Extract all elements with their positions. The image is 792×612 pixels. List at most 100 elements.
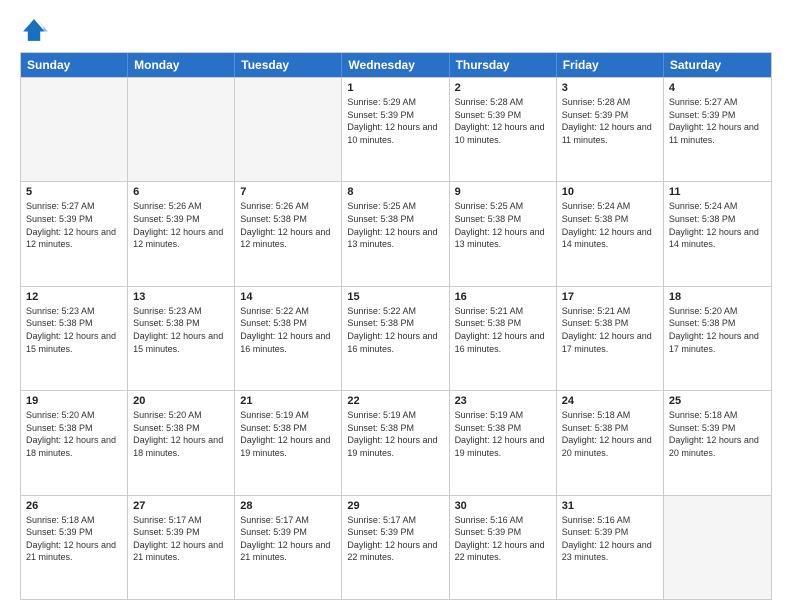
header-day-sunday: Sunday bbox=[21, 53, 128, 77]
day-number: 22 bbox=[347, 395, 443, 407]
calendar-cell: 31 Sunrise: 5:16 AM Sunset: 5:39 PM Dayli… bbox=[557, 496, 664, 599]
calendar-cell: 13 Sunrise: 5:23 AM Sunset: 5:38 PM Dayli… bbox=[128, 287, 235, 390]
calendar-cell: 7 Sunrise: 5:26 AM Sunset: 5:38 PM Daylig… bbox=[235, 182, 342, 285]
day-number: 28 bbox=[240, 500, 336, 512]
day-number: 23 bbox=[455, 395, 551, 407]
calendar-cell: 11 Sunrise: 5:24 AM Sunset: 5:38 PM Dayli… bbox=[664, 182, 771, 285]
day-info: Sunrise: 5:21 AM Sunset: 5:38 PM Dayligh… bbox=[562, 305, 658, 355]
calendar-cell: 25 Sunrise: 5:18 AM Sunset: 5:39 PM Dayli… bbox=[664, 391, 771, 494]
header-day-monday: Monday bbox=[128, 53, 235, 77]
day-info: Sunrise: 5:16 AM Sunset: 5:39 PM Dayligh… bbox=[455, 514, 551, 564]
day-info: Sunrise: 5:20 AM Sunset: 5:38 PM Dayligh… bbox=[133, 409, 229, 459]
day-info: Sunrise: 5:28 AM Sunset: 5:39 PM Dayligh… bbox=[455, 96, 551, 146]
header-day-tuesday: Tuesday bbox=[235, 53, 342, 77]
calendar-cell: 6Sunrise: 5:26 AM Sunset: 5:39 PM Daylig… bbox=[128, 182, 235, 285]
day-info: Sunrise: 5:17 AM Sunset: 5:39 PM Dayligh… bbox=[240, 514, 336, 564]
day-info: Sunrise: 5:23 AM Sunset: 5:38 PM Dayligh… bbox=[133, 305, 229, 355]
day-number: 30 bbox=[455, 500, 551, 512]
day-info: Sunrise: 5:24 AM Sunset: 5:38 PM Dayligh… bbox=[562, 200, 658, 250]
calendar-cell: 21 Sunrise: 5:19 AM Sunset: 5:38 PM Dayli… bbox=[235, 391, 342, 494]
day-number: 27 bbox=[133, 500, 229, 512]
day-info: Sunrise: 5:17 AM Sunset: 5:39 PM Dayligh… bbox=[133, 514, 229, 564]
day-number: 16 bbox=[455, 291, 551, 303]
calendar-cell: 1Sunrise: 5:29 AM Sunset: 5:39 PM Daylig… bbox=[342, 78, 449, 181]
calendar-cell: 26 Sunrise: 5:18 AM Sunset: 5:39 PM Dayli… bbox=[21, 496, 128, 599]
calendar-cell bbox=[128, 78, 235, 181]
day-number: 25 bbox=[669, 395, 766, 407]
calendar-week-4: 19 Sunrise: 5:20 AM Sunset: 5:38 PM Dayli… bbox=[21, 390, 771, 494]
day-number: 26 bbox=[26, 500, 122, 512]
day-number: 4 bbox=[669, 82, 766, 94]
header-day-thursday: Thursday bbox=[450, 53, 557, 77]
day-info: Sunrise: 5:17 AM Sunset: 5:39 PM Dayligh… bbox=[347, 514, 443, 564]
day-info: Sunrise: 5:26 AM Sunset: 5:39 PM Dayligh… bbox=[133, 200, 229, 250]
calendar-cell: 20 Sunrise: 5:20 AM Sunset: 5:38 PM Dayli… bbox=[128, 391, 235, 494]
calendar-cell: 23 Sunrise: 5:19 AM Sunset: 5:38 PM Dayli… bbox=[450, 391, 557, 494]
day-info: Sunrise: 5:24 AM Sunset: 5:38 PM Dayligh… bbox=[669, 200, 766, 250]
calendar-cell: 27 Sunrise: 5:17 AM Sunset: 5:39 PM Dayli… bbox=[128, 496, 235, 599]
header-day-friday: Friday bbox=[557, 53, 664, 77]
day-info: Sunrise: 5:25 AM Sunset: 5:38 PM Dayligh… bbox=[455, 200, 551, 250]
day-info: Sunrise: 5:19 AM Sunset: 5:38 PM Dayligh… bbox=[347, 409, 443, 459]
day-info: Sunrise: 5:27 AM Sunset: 5:39 PM Dayligh… bbox=[669, 96, 766, 146]
day-number: 19 bbox=[26, 395, 122, 407]
day-info: Sunrise: 5:18 AM Sunset: 5:38 PM Dayligh… bbox=[562, 409, 658, 459]
day-number: 13 bbox=[133, 291, 229, 303]
day-number: 18 bbox=[669, 291, 766, 303]
calendar-cell: 12 Sunrise: 5:23 AM Sunset: 5:38 PM Dayli… bbox=[21, 287, 128, 390]
day-info: Sunrise: 5:21 AM Sunset: 5:38 PM Dayligh… bbox=[455, 305, 551, 355]
calendar-cell: 5 Sunrise: 5:27 AM Sunset: 5:39 PM Daylig… bbox=[21, 182, 128, 285]
day-number: 29 bbox=[347, 500, 443, 512]
calendar-cell: 2Sunrise: 5:28 AM Sunset: 5:39 PM Daylig… bbox=[450, 78, 557, 181]
day-number: 31 bbox=[562, 500, 658, 512]
day-number: 5 bbox=[26, 186, 122, 198]
day-number: 21 bbox=[240, 395, 336, 407]
day-info: Sunrise: 5:18 AM Sunset: 5:39 PM Dayligh… bbox=[669, 409, 766, 459]
calendar-cell bbox=[21, 78, 128, 181]
calendar-cell: 19 Sunrise: 5:20 AM Sunset: 5:38 PM Dayli… bbox=[21, 391, 128, 494]
calendar-cell: 9 Sunrise: 5:25 AM Sunset: 5:38 PM Daylig… bbox=[450, 182, 557, 285]
calendar-cell: 29 Sunrise: 5:17 AM Sunset: 5:39 PM Dayli… bbox=[342, 496, 449, 599]
day-number: 24 bbox=[562, 395, 658, 407]
day-info: Sunrise: 5:25 AM Sunset: 5:38 PM Dayligh… bbox=[347, 200, 443, 250]
day-info: Sunrise: 5:19 AM Sunset: 5:38 PM Dayligh… bbox=[455, 409, 551, 459]
day-number: 14 bbox=[240, 291, 336, 303]
day-number: 11 bbox=[669, 186, 766, 198]
day-info: Sunrise: 5:22 AM Sunset: 5:38 PM Dayligh… bbox=[240, 305, 336, 355]
calendar-cell: 15Sunrise: 5:22 AM Sunset: 5:38 PM Dayli… bbox=[342, 287, 449, 390]
calendar-cell: 17Sunrise: 5:21 AM Sunset: 5:38 PM Dayli… bbox=[557, 287, 664, 390]
day-number: 12 bbox=[26, 291, 122, 303]
day-number: 10 bbox=[562, 186, 658, 198]
calendar-week-5: 26 Sunrise: 5:18 AM Sunset: 5:39 PM Dayli… bbox=[21, 495, 771, 599]
day-info: Sunrise: 5:19 AM Sunset: 5:38 PM Dayligh… bbox=[240, 409, 336, 459]
calendar-cell: 30 Sunrise: 5:16 AM Sunset: 5:39 PM Dayli… bbox=[450, 496, 557, 599]
day-info: Sunrise: 5:29 AM Sunset: 5:39 PM Dayligh… bbox=[347, 96, 443, 146]
day-info: Sunrise: 5:20 AM Sunset: 5:38 PM Dayligh… bbox=[26, 409, 122, 459]
calendar-cell: 18 Sunrise: 5:20 AM Sunset: 5:38 PM Dayli… bbox=[664, 287, 771, 390]
calendar-week-2: 5 Sunrise: 5:27 AM Sunset: 5:39 PM Daylig… bbox=[21, 181, 771, 285]
day-number: 20 bbox=[133, 395, 229, 407]
day-info: Sunrise: 5:23 AM Sunset: 5:38 PM Dayligh… bbox=[26, 305, 122, 355]
day-number: 7 bbox=[240, 186, 336, 198]
calendar-cell: 10 Sunrise: 5:24 AM Sunset: 5:38 PM Dayli… bbox=[557, 182, 664, 285]
day-number: 9 bbox=[455, 186, 551, 198]
header-day-wednesday: Wednesday bbox=[342, 53, 449, 77]
calendar-cell: 28 Sunrise: 5:17 AM Sunset: 5:39 PM Dayli… bbox=[235, 496, 342, 599]
logo-icon bbox=[20, 16, 48, 44]
calendar-header: SundayMondayTuesdayWednesdayThursdayFrid… bbox=[21, 53, 771, 77]
calendar-cell: 14 Sunrise: 5:22 AM Sunset: 5:38 PM Dayli… bbox=[235, 287, 342, 390]
day-info: Sunrise: 5:28 AM Sunset: 5:39 PM Dayligh… bbox=[562, 96, 658, 146]
logo bbox=[20, 16, 52, 44]
day-info: Sunrise: 5:16 AM Sunset: 5:39 PM Dayligh… bbox=[562, 514, 658, 564]
day-info: Sunrise: 5:22 AM Sunset: 5:38 PM Dayligh… bbox=[347, 305, 443, 355]
day-info: Sunrise: 5:27 AM Sunset: 5:39 PM Dayligh… bbox=[26, 200, 122, 250]
day-info: Sunrise: 5:26 AM Sunset: 5:38 PM Dayligh… bbox=[240, 200, 336, 250]
calendar-week-1: 1Sunrise: 5:29 AM Sunset: 5:39 PM Daylig… bbox=[21, 77, 771, 181]
header-day-saturday: Saturday bbox=[664, 53, 771, 77]
calendar-cell: 3 Sunrise: 5:28 AM Sunset: 5:39 PM Daylig… bbox=[557, 78, 664, 181]
calendar-cell: 4 Sunrise: 5:27 AM Sunset: 5:39 PM Daylig… bbox=[664, 78, 771, 181]
calendar-cell: 24 Sunrise: 5:18 AM Sunset: 5:38 PM Dayli… bbox=[557, 391, 664, 494]
day-info: Sunrise: 5:18 AM Sunset: 5:39 PM Dayligh… bbox=[26, 514, 122, 564]
day-info: Sunrise: 5:20 AM Sunset: 5:38 PM Dayligh… bbox=[669, 305, 766, 355]
day-number: 3 bbox=[562, 82, 658, 94]
